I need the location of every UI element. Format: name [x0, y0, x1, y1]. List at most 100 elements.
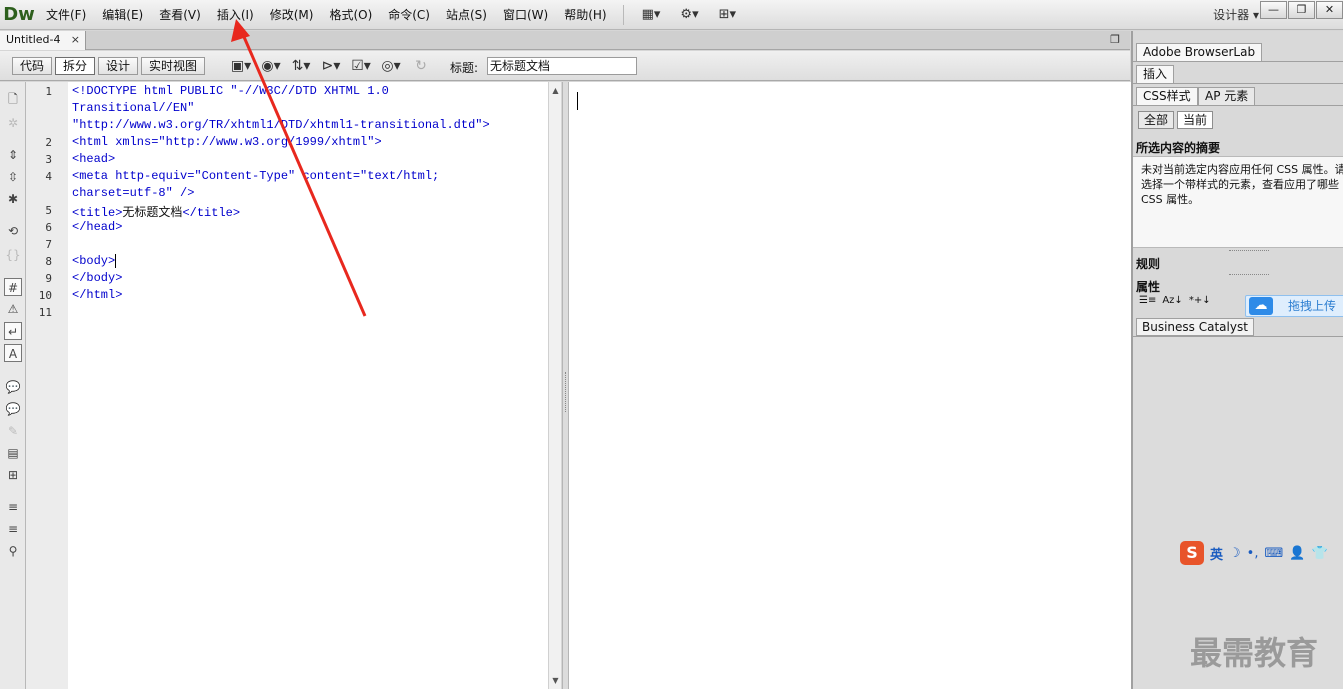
- menu-view[interactable]: 查看(V): [151, 0, 209, 30]
- keyboard-icon[interactable]: ⌨: [1264, 546, 1283, 561]
- moon-icon[interactable]: ☽: [1229, 546, 1241, 561]
- apply-comment-icon[interactable]: 💬: [4, 378, 22, 396]
- indent-icon[interactable]: ≡: [4, 498, 22, 516]
- highlight-invalid-icon[interactable]: ⚠: [4, 300, 22, 318]
- scroll-down-icon[interactable]: ▼: [549, 674, 562, 687]
- drag-upload-button[interactable]: ☁ 拖拽上传: [1245, 295, 1343, 317]
- code-line[interactable]: "http://www.w3.org/TR/xhtml1/DTD/xhtml1-…: [72, 118, 490, 132]
- syntax-coloring-icon[interactable]: A: [4, 344, 22, 362]
- code-line[interactable]: <meta http-equiv="Content-Type" content=…: [72, 169, 439, 183]
- ime-language-toggle[interactable]: 英: [1210, 544, 1223, 563]
- debug-icon[interactable]: ⊳▾: [316, 56, 346, 76]
- restore-button[interactable]: ❐: [1288, 1, 1315, 19]
- close-button[interactable]: ✕: [1316, 1, 1343, 19]
- code-line[interactable]: </body>: [72, 271, 122, 285]
- preview-browser-icon[interactable]: ◉▾: [256, 56, 286, 76]
- recent-snippets-icon[interactable]: ▤: [4, 444, 22, 462]
- tab-css-styles[interactable]: CSS样式: [1136, 87, 1198, 105]
- close-icon[interactable]: ×: [71, 31, 80, 49]
- validate-icon[interactable]: ◎▾: [376, 56, 406, 76]
- current-button[interactable]: 当前: [1177, 111, 1214, 129]
- alpha-view-icon[interactable]: Az↓: [1162, 295, 1182, 306]
- menu-edit[interactable]: 编辑(E): [94, 0, 151, 30]
- category-view-icon[interactable]: ☰≡: [1139, 295, 1156, 306]
- menu-separator: [622, 4, 624, 25]
- split-view-button[interactable]: 拆分: [55, 57, 96, 75]
- line-number: 6: [45, 221, 52, 234]
- remove-comment-icon[interactable]: 💬: [4, 400, 22, 418]
- menu-file[interactable]: 文件(F): [38, 0, 94, 30]
- tab-business-catalyst[interactable]: Business Catalyst: [1136, 318, 1254, 336]
- format-source-icon[interactable]: ⚲: [4, 542, 22, 560]
- file-management-icon[interactable]: ⇅▾: [286, 56, 316, 76]
- watermark: 最需教育: [1190, 634, 1319, 672]
- workspace-switcher[interactable]: 设计器 ▾: [1213, 0, 1259, 30]
- menu-help[interactable]: 帮助(H): [556, 0, 614, 30]
- code-line-body[interactable]: <body>: [72, 254, 117, 269]
- outdent-icon[interactable]: ≡: [4, 520, 22, 538]
- title-input[interactable]: 无标题文档: [487, 57, 637, 75]
- site-icon[interactable]: ⊞▾: [709, 0, 746, 30]
- restore-icon[interactable]: ❐: [1110, 33, 1120, 46]
- code-line[interactable]: </head>: [72, 220, 122, 234]
- visual-aids-icon[interactable]: ☑▾: [346, 56, 376, 76]
- layout-icon[interactable]: ▦▾: [632, 0, 671, 30]
- design-view[interactable]: [569, 82, 1131, 689]
- menu-commands[interactable]: 命令(C): [380, 0, 438, 30]
- refresh-icon[interactable]: ↻: [406, 56, 436, 76]
- design-view-button[interactable]: 设计: [98, 57, 139, 75]
- file-explorer-icon[interactable]: ✲: [4, 114, 22, 132]
- open-documents-icon[interactable]: 🗋: [4, 90, 22, 108]
- minimize-button[interactable]: —: [1260, 1, 1287, 19]
- split-divider[interactable]: [562, 82, 569, 689]
- code-scrollbar[interactable]: ▲ ▼: [548, 82, 561, 689]
- code-line[interactable]: <!DOCTYPE html PUBLIC "-//W3C//DTD XHTML…: [72, 84, 389, 98]
- word-wrap-icon[interactable]: ↵: [4, 322, 22, 340]
- coding-toolbar: 🗋 ✲ ⇕ ⇳ ✱ ⟲ {} # ⚠ ↵ A 💬 💬 ✎ ▤ ⊞ ≡ ≡ ⚲: [0, 82, 26, 689]
- code-line[interactable]: <head>: [72, 152, 115, 166]
- scroll-up-icon[interactable]: ▲: [549, 84, 562, 97]
- document-tab[interactable]: Untitled-4 ×: [0, 31, 86, 50]
- code-line[interactable]: <title>无标题文档</title>: [72, 203, 240, 220]
- balance-braces-icon[interactable]: {}: [4, 246, 22, 264]
- view-buttons: 代码 拆分 设计 实时视图: [12, 57, 208, 75]
- properties-heading: 属性: [1136, 280, 1161, 294]
- line-number: 2: [45, 136, 52, 149]
- move-css-icon[interactable]: ⊞: [4, 466, 22, 484]
- menu-site[interactable]: 站点(S): [438, 0, 495, 30]
- user-icon[interactable]: 👤: [1289, 546, 1305, 561]
- set-properties-icon[interactable]: *+↓: [1189, 295, 1211, 306]
- menu-format[interactable]: 格式(O): [321, 0, 380, 30]
- collapse-full-tag-icon[interactable]: ⇕: [4, 146, 22, 164]
- live-view-button[interactable]: 实时视图: [141, 57, 206, 75]
- select-parent-tag-icon[interactable]: ⟲: [4, 222, 22, 240]
- menu-insert[interactable]: 插入(I): [209, 0, 262, 30]
- wrap-tag-icon[interactable]: ✎: [4, 422, 22, 440]
- code-line[interactable]: </html>: [72, 288, 122, 302]
- resize-handle[interactable]: [1229, 274, 1269, 276]
- code-tag: <body>: [72, 254, 116, 269]
- line-number: 9: [45, 272, 52, 285]
- title-label: 标题:: [450, 61, 479, 75]
- code-line[interactable]: <html xmlns="http://www.w3.org/1999/xhtm…: [72, 135, 382, 149]
- tab-browserlab[interactable]: Adobe BrowserLab: [1136, 43, 1263, 61]
- line-numbers-icon[interactable]: #: [4, 278, 22, 296]
- code-line[interactable]: charset=utf-8" />: [72, 186, 194, 200]
- resize-handle[interactable]: [1229, 250, 1269, 252]
- sogou-logo-icon[interactable]: S: [1180, 541, 1204, 565]
- menu-modify[interactable]: 修改(M): [262, 0, 322, 30]
- gear-icon[interactable]: ⚙▾: [670, 0, 708, 30]
- property-view-icons: ☰≡ Az↓ *+↓: [1139, 295, 1217, 306]
- expand-all-icon[interactable]: ✱: [4, 190, 22, 208]
- tab-insert[interactable]: 插入: [1136, 65, 1175, 83]
- line-number: 11: [38, 306, 52, 319]
- multiscreen-icon[interactable]: ▣▾: [226, 56, 256, 76]
- skin-icon[interactable]: 👕: [1311, 546, 1327, 561]
- collapse-selection-icon[interactable]: ⇳: [4, 168, 22, 186]
- menu-window[interactable]: 窗口(W): [495, 0, 556, 30]
- all-button[interactable]: 全部: [1138, 111, 1175, 129]
- code-view-button[interactable]: 代码: [12, 57, 53, 75]
- code-line[interactable]: Transitional//EN": [72, 101, 194, 115]
- tab-ap-elements[interactable]: AP 元素: [1198, 87, 1256, 105]
- punctuation-icon[interactable]: •,: [1247, 546, 1259, 561]
